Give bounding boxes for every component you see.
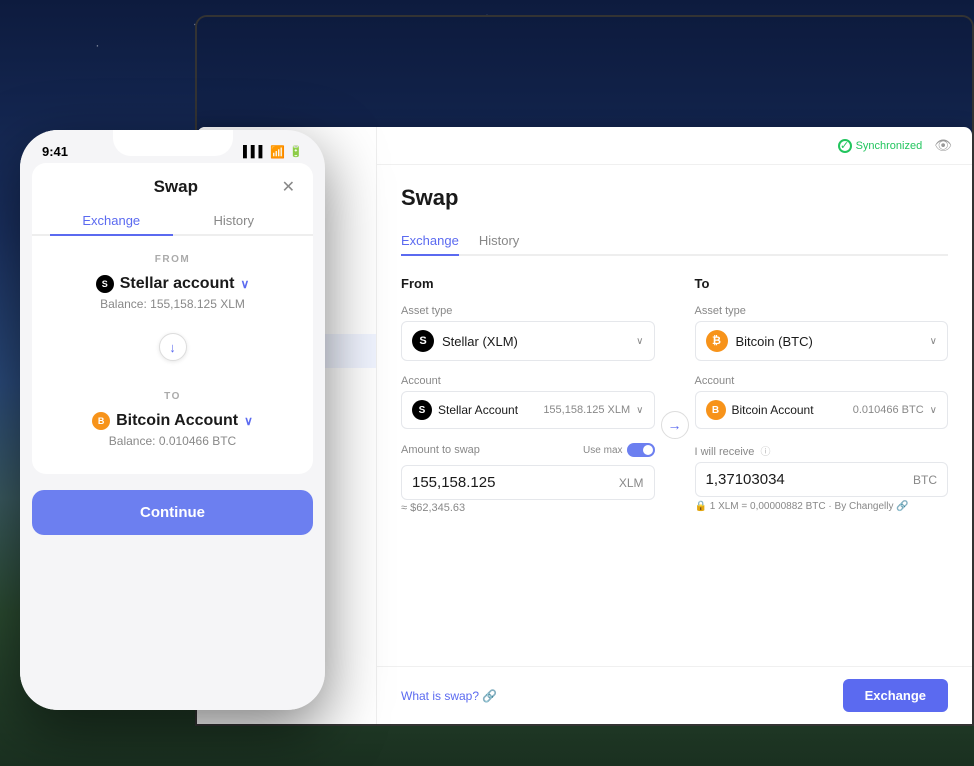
sync-label: Synchronized xyxy=(856,140,923,152)
toggle-knob xyxy=(643,445,653,455)
phone-to-balance: Balance: 0.010466 BTC xyxy=(50,434,295,448)
amount-currency: XLM xyxy=(619,476,644,490)
use-max-container: Use max xyxy=(583,443,654,457)
to-receive: I will receive ⓘ 1,37103034 BTC 🔒 1 XLM … xyxy=(695,443,949,512)
bitcoin-asset-icon: ₿ xyxy=(706,330,728,352)
bitcoin-account-icon: B xyxy=(706,400,726,420)
to-account-name: Bitcoin Account xyxy=(732,403,814,417)
from-amount: Amount to swap Use max XLM xyxy=(401,443,655,514)
from-section-label: From xyxy=(401,276,655,291)
to-account: Account B Bitcoin Account 0.010466 BTC ∨ xyxy=(695,375,949,429)
phone-stellar-icon: S xyxy=(96,275,114,293)
down-arrow-icon: ↓ xyxy=(159,333,187,361)
continue-button[interactable]: Continue xyxy=(32,490,313,535)
phone-swap-arrow: ↓ xyxy=(32,321,313,373)
receive-currency: BTC xyxy=(913,473,937,487)
tab-history[interactable]: History xyxy=(479,227,519,256)
swap-direction-icon: → xyxy=(661,411,689,439)
to-account-label: Account xyxy=(695,375,949,387)
phone-from-balance: Balance: 155,158.125 XLM xyxy=(50,297,295,311)
what-is-swap-link[interactable]: What is swap? 🔗 xyxy=(401,689,497,703)
swap-page-title: Swap xyxy=(401,185,948,211)
swap-form: From Asset type S Stellar (XLM) ∨ xyxy=(401,276,948,514)
phone-tabs: Exchange History xyxy=(32,197,313,236)
from-account-label: Account xyxy=(401,375,655,387)
bottom-bar: What is swap? 🔗 Exchange xyxy=(377,666,972,724)
use-max-label: Use max xyxy=(583,445,622,456)
to-account-chevron-icon: ∨ xyxy=(930,405,937,416)
to-column: To Asset type ₿ Bitcoin (BTC) ∨ xyxy=(695,276,949,514)
to-asset-chevron-icon: ∨ xyxy=(930,336,937,347)
from-asset-label: Asset type xyxy=(401,305,655,317)
swap-tabs: Exchange History xyxy=(401,227,948,256)
phone-to-label: TO xyxy=(50,391,295,402)
tab-exchange[interactable]: Exchange xyxy=(401,227,459,256)
to-asset-name: Bitcoin (BTC) xyxy=(736,334,813,349)
phone-from-label: FROM xyxy=(50,254,295,265)
sync-icon: ✓ xyxy=(838,139,852,153)
amount-field: XLM xyxy=(401,465,655,500)
close-button[interactable]: ✕ xyxy=(282,177,295,197)
from-account-select[interactable]: S Stellar Account 155,158.125 XLM ∨ xyxy=(401,391,655,429)
receive-label: I will receive ⓘ xyxy=(695,443,949,458)
phone-time: 9:41 xyxy=(42,144,68,159)
phone-frame: 9:41 ▌▌▌ 📶 🔋 Swap ✕ Exchange History xyxy=(20,130,325,710)
from-account-chevron-icon: ∨ xyxy=(636,405,643,416)
main-content: ✓ Synchronized 👁 Swap Exchange History xyxy=(377,127,972,724)
phone-to-chevron-icon: ∨ xyxy=(244,414,253,428)
phone-from-account-name: Stellar account xyxy=(120,275,235,293)
to-account-balance: 0.010466 BTC xyxy=(853,404,924,416)
wifi-icon: 📶 xyxy=(270,145,285,159)
phone-from-chevron-icon: ∨ xyxy=(240,277,249,291)
to-account-select[interactable]: B Bitcoin Account 0.010466 BTC ∨ xyxy=(695,391,949,429)
to-asset-label: Asset type xyxy=(695,305,949,317)
status-icons: ▌▌▌ 📶 🔋 xyxy=(243,145,303,159)
phone-from-account-row[interactable]: S Stellar account ∨ xyxy=(50,275,295,293)
from-account: Account S Stellar Account 155,158.125 XL… xyxy=(401,375,655,429)
stellar-asset-icon: S xyxy=(412,330,434,352)
from-asset-type: Asset type S Stellar (XLM) ∨ xyxy=(401,305,655,361)
battery-icon: 🔋 xyxy=(289,145,303,158)
phone-from-section: FROM S Stellar account ∨ Balance: 155,15… xyxy=(32,236,313,321)
from-asset-chevron-icon: ∨ xyxy=(636,336,643,347)
phone-tab-exchange[interactable]: Exchange xyxy=(50,207,173,236)
sync-badge: ✓ Synchronized xyxy=(838,139,923,153)
from-asset-name: Stellar (XLM) xyxy=(442,334,518,349)
top-bar: ✓ Synchronized 👁 xyxy=(377,127,972,165)
phone-to-account-row[interactable]: B Bitcoin Account ∨ xyxy=(50,412,295,430)
to-asset-select[interactable]: ₿ Bitcoin (BTC) ∨ xyxy=(695,321,949,361)
amount-input[interactable] xyxy=(412,474,613,491)
phone-modal: Swap ✕ Exchange History FROM S Stellar a… xyxy=(32,163,313,474)
phone-bitcoin-icon: B xyxy=(92,412,110,430)
from-asset-select[interactable]: S Stellar (XLM) ∨ xyxy=(401,321,655,361)
receive-field: 1,37103034 BTC xyxy=(695,462,949,497)
use-max-toggle[interactable] xyxy=(627,443,655,457)
signal-icon: ▌▌▌ xyxy=(243,146,266,158)
phone-notch xyxy=(113,130,233,156)
phone-title: Swap xyxy=(70,177,282,197)
phone-to-section: TO B Bitcoin Account ∨ Balance: 0.010466… xyxy=(32,373,313,458)
exchange-rate: 🔒 1 XLM = 0,00000882 BTC · By Changelly … xyxy=(695,501,949,512)
from-column: From Asset type S Stellar (XLM) ∨ xyxy=(401,276,655,514)
phone-header: Swap ✕ xyxy=(32,163,313,197)
amount-label: Amount to swap xyxy=(401,444,480,456)
phone-screen: 9:41 ▌▌▌ 📶 🔋 Swap ✕ Exchange History xyxy=(20,130,325,710)
swap-content: Swap Exchange History From Asset type xyxy=(377,165,972,666)
phone-to-account-name: Bitcoin Account xyxy=(116,412,238,430)
amount-usd: ≈ $62,345.63 xyxy=(401,502,655,514)
to-section-label: To xyxy=(695,276,949,291)
phone-tab-history[interactable]: History xyxy=(173,207,296,236)
from-account-name: Stellar Account xyxy=(438,403,518,417)
to-asset-type: Asset type ₿ Bitcoin (BTC) ∨ xyxy=(695,305,949,361)
from-account-balance: 155,158.125 XLM xyxy=(543,404,630,416)
receive-value: 1,37103034 xyxy=(706,471,785,488)
exchange-button[interactable]: Exchange xyxy=(843,679,948,712)
swap-arrow: → xyxy=(655,276,695,514)
eye-icon[interactable]: 👁 xyxy=(934,137,952,154)
stellar-account-icon: S xyxy=(412,400,432,420)
